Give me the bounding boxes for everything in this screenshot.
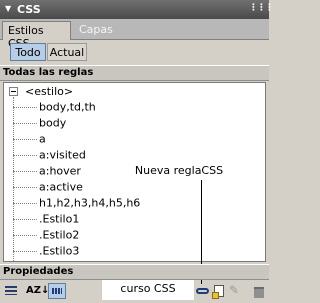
tree-item[interactable]: h1,h2,h3,h4,h5,h6 [13, 196, 140, 212]
rule-label: a [39, 132, 46, 146]
rule-label: .Estilo2 [39, 228, 80, 242]
tree-item[interactable]: a [13, 132, 46, 148]
tab-capas[interactable]: Capas [74, 21, 118, 40]
rule-label: a:hover [39, 164, 81, 178]
tab-estilos-css[interactable]: Estilos CSS [2, 21, 71, 50]
tree-item[interactable]: a:active [13, 180, 83, 196]
properties-header: Propiedades [0, 264, 269, 280]
filter-bar: Todo Actual [0, 40, 269, 64]
gripper-icon[interactable]: ⋮⋮⋮ [249, 3, 274, 13]
actual-button[interactable]: Actual [47, 43, 87, 61]
tree-root-label[interactable]: <estilo> [25, 85, 73, 98]
todo-button[interactable]: Todo [10, 43, 46, 61]
attach-stylesheet-icon[interactable] [194, 283, 212, 299]
trash-icon[interactable] [251, 283, 269, 299]
rule-label: a:visited [39, 148, 86, 162]
rule-label: a:active [39, 180, 83, 194]
new-css-rule-icon[interactable] [211, 283, 229, 299]
arrow-down-icon[interactable]: ▼ [5, 4, 11, 13]
new-rule-annotation: Nueva reglaCSS [133, 163, 225, 180]
edit-style-icon[interactable]: ✎ [229, 283, 247, 299]
rule-label: .Estilo1 [39, 212, 80, 226]
tab-bar: Estilos CSS Capas [0, 19, 269, 50]
tree-item[interactable]: .Estilo3 [13, 244, 79, 260]
panel-title: CSS [17, 3, 41, 16]
set-properties-icon[interactable] [48, 283, 66, 299]
sort-az-icon[interactable]: AZ↓ [26, 283, 49, 299]
bottom-toolbar: AZ↓ curso CSS ✎ [0, 280, 269, 303]
tree-item[interactable]: a:hover [13, 164, 81, 180]
tree-item[interactable]: body [13, 116, 66, 132]
tree-item[interactable]: .Estilo1 [13, 212, 79, 228]
all-rules-header: Todas las reglas [0, 65, 269, 81]
tree-item[interactable]: a:visited [13, 148, 86, 164]
curso-css-caption: curso CSS [102, 280, 194, 300]
rule-label: .Estilo3 [39, 244, 80, 258]
list-view-icon[interactable] [3, 283, 21, 299]
rule-label: body,td,th [39, 100, 96, 114]
panel-header[interactable]: ▼ CSS ⋮⋮⋮ [0, 0, 274, 19]
collapse-toggle-icon[interactable] [9, 87, 18, 96]
tree-item[interactable]: .Estilo2 [13, 228, 79, 244]
rule-label: h1,h2,h3,h4,h5,h6 [39, 196, 141, 210]
tree-item[interactable]: body,td,th [13, 100, 96, 116]
rule-label: body [39, 116, 67, 130]
